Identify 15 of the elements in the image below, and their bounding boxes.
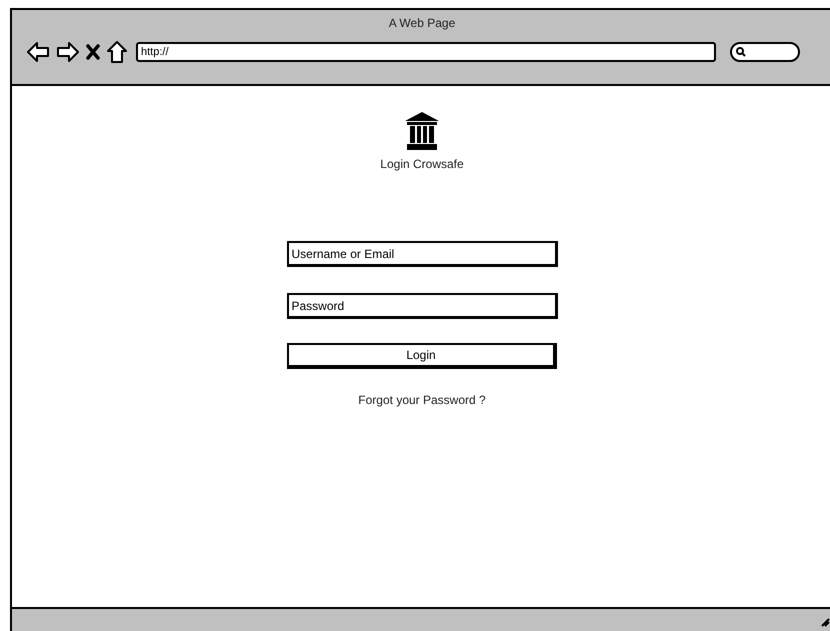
login-button[interactable]: Login xyxy=(287,343,557,369)
search-icon xyxy=(736,47,746,57)
bank-icon xyxy=(404,111,440,151)
forgot-password-link[interactable]: Forgot your Password ? xyxy=(358,391,486,409)
window-title: A Web Page xyxy=(388,15,456,32)
home-icon[interactable] xyxy=(106,40,128,64)
forward-icon[interactable] xyxy=(56,41,80,63)
input-field[interactable]: Username or Email xyxy=(286,241,558,267)
search-field[interactable] xyxy=(730,42,800,62)
back-icon[interactable] xyxy=(26,41,50,63)
address-field[interactable]: http:// xyxy=(136,42,716,62)
close-icon[interactable] xyxy=(86,44,100,60)
resize-grip-icon[interactable] xyxy=(820,617,830,627)
login-title: Login Crowsafe xyxy=(380,156,464,173)
input-field[interactable]: Password xyxy=(286,293,558,319)
